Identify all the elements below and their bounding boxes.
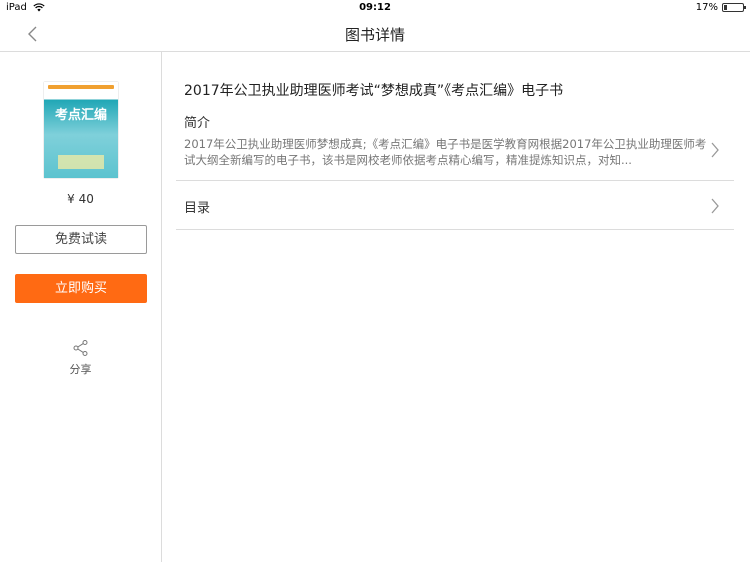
- book-title: 2017年公卫执业助理医师考试“梦想成真”《考点汇编》电子书: [184, 83, 564, 99]
- status-bar: iPad 09:12 17%: [0, 0, 750, 16]
- share-icon: [73, 340, 87, 356]
- book-price: ¥ 40: [67, 192, 94, 206]
- battery-icon: [722, 3, 746, 12]
- intro-text: 2017年公卫执业助理医师梦想成真;《考点汇编》电子书是医学教育网根据2017年…: [184, 137, 707, 167]
- toc-label: 目录: [184, 201, 211, 216]
- book-cover-image: 考点汇编: [44, 82, 118, 178]
- table-of-contents-row[interactable]: 目录: [176, 182, 734, 230]
- battery-percent: 17%: [695, 2, 718, 13]
- cover-title: 考点汇编: [54, 108, 107, 123]
- nav-bar: 图书详情: [0, 16, 750, 52]
- buy-now-button[interactable]: 立即购买: [15, 274, 147, 303]
- cover-badge: [58, 155, 104, 169]
- clock: 09:12: [359, 2, 391, 13]
- share-button[interactable]: 分享: [0, 339, 161, 377]
- intro-heading: 简介: [184, 116, 211, 131]
- share-label: 分享: [69, 363, 92, 376]
- sidebar: 考点汇编 ¥ 40 免费试读 立即购买 分享: [0, 52, 162, 562]
- cover-logo: [48, 85, 114, 89]
- free-trial-button[interactable]: 免费试读: [15, 225, 147, 254]
- chevron-right-icon: [711, 198, 719, 214]
- main-content: 2017年公卫执业助理医师考试“梦想成真”《考点汇编》电子书 简介 2017年公…: [162, 52, 750, 562]
- page-title: 图书详情: [344, 26, 405, 44]
